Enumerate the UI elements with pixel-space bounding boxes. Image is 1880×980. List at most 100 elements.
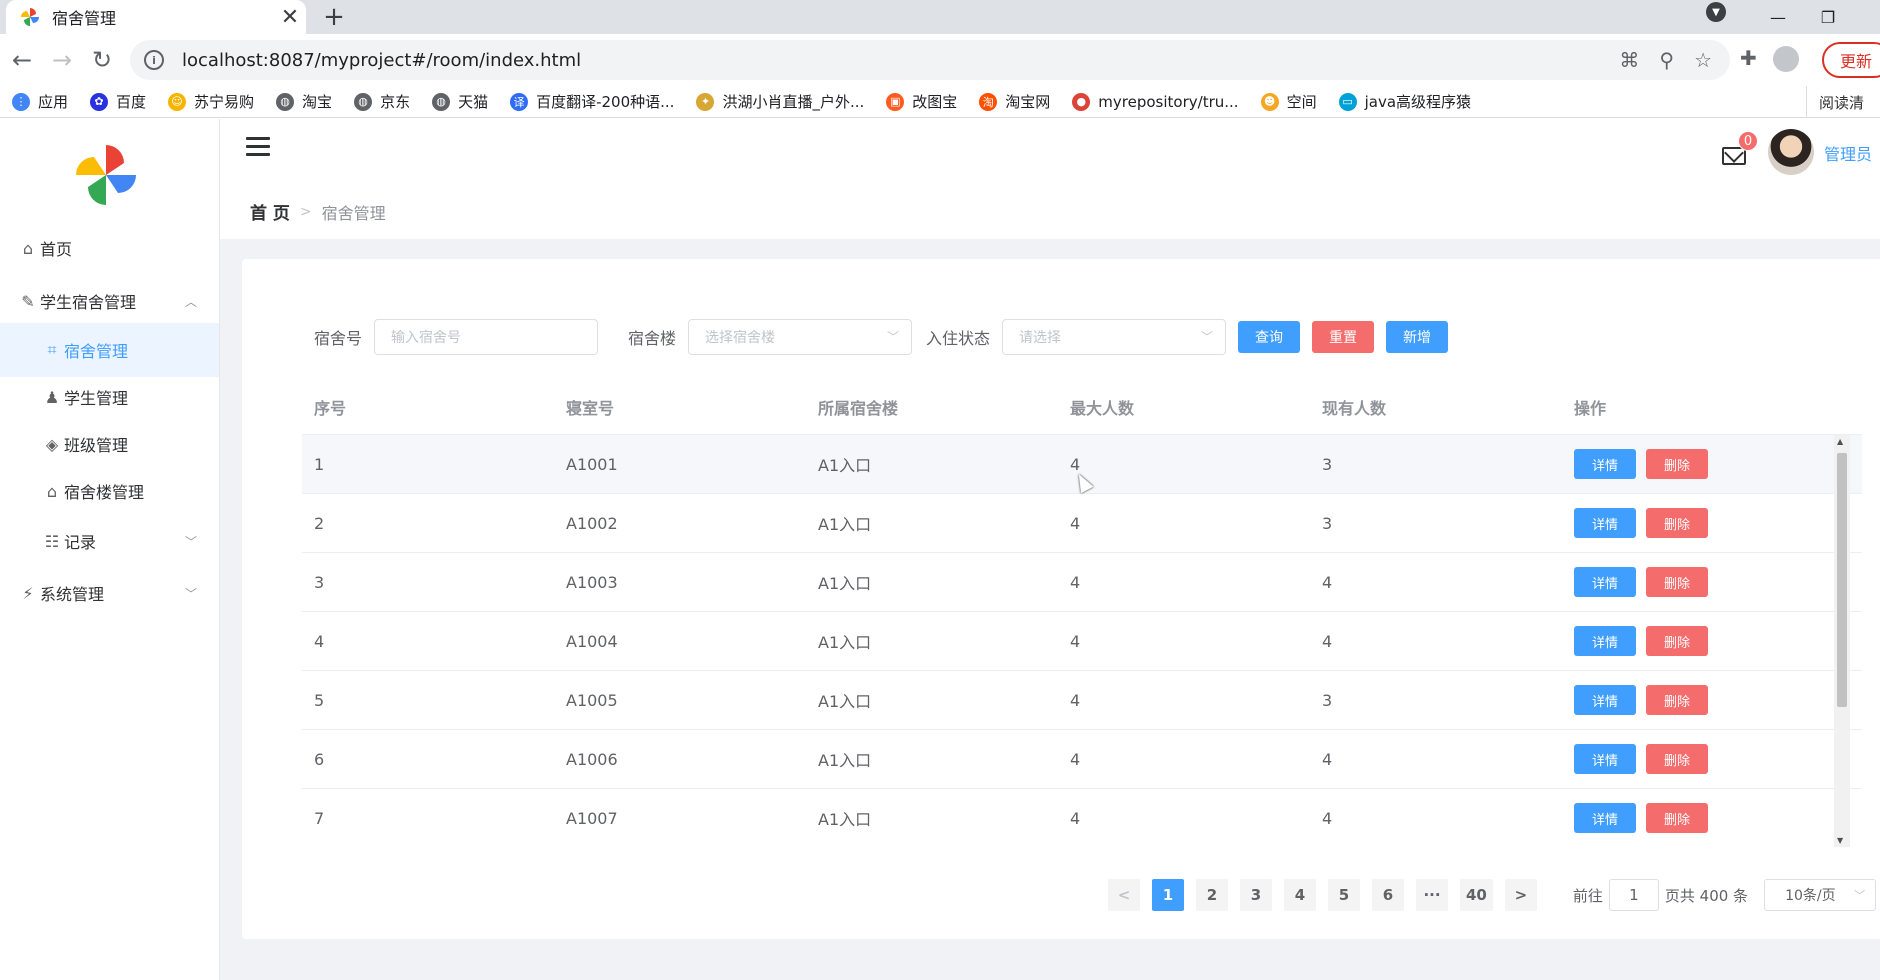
translate-icon[interactable]: ⌘: [1619, 48, 1639, 72]
reset-button[interactable]: 重置: [1312, 321, 1375, 353]
table-row[interactable]: 4 A1004 A1入口 4 4 详情 删除: [302, 612, 1862, 671]
table-row[interactable]: 5 A1005 A1入口 4 3 详情 删除: [302, 671, 1862, 730]
sidebar-item-7[interactable]: ☷ 记录 ﹀: [0, 514, 219, 568]
minimize-icon[interactable]: —: [1760, 0, 1796, 34]
delete-button[interactable]: 删除: [1646, 685, 1708, 715]
table-row[interactable]: 2 A1002 A1入口 4 3 详情 删除: [302, 494, 1862, 553]
prev-page-button[interactable]: <: [1108, 879, 1140, 911]
detail-button[interactable]: 详情: [1574, 803, 1636, 833]
delete-button[interactable]: 删除: [1646, 449, 1708, 479]
delete-button[interactable]: 删除: [1646, 803, 1708, 833]
reading-list-button[interactable]: 阅读清: [1806, 86, 1864, 118]
site-info-icon[interactable]: i: [144, 50, 164, 70]
bookmark-icon: ▣: [886, 92, 905, 111]
zoom-icon[interactable]: ⚲: [1659, 48, 1674, 72]
back-icon[interactable]: ←: [6, 44, 38, 76]
page-button[interactable]: 3: [1240, 879, 1272, 911]
menu-icon: ♟: [44, 387, 60, 407]
bookmark-item[interactable]: ✦ 洪湖小肖直播_户外...: [696, 91, 864, 112]
app-logo: [76, 145, 136, 205]
bookmark-item[interactable]: ◍ 天猫: [432, 91, 488, 112]
bookmark-item[interactable]: 淘淘宝网: [979, 91, 1050, 112]
table-cell: 4: [1070, 513, 1081, 533]
page-button[interactable]: 2: [1196, 879, 1228, 911]
browser-tab[interactable]: 宿舍管理 ✕: [6, 0, 306, 34]
bookmark-item[interactable]: ⋮ 应用: [12, 91, 68, 112]
delete-button[interactable]: 删除: [1646, 626, 1708, 656]
sidebar-item-8[interactable]: ⚡ 系统管理 ﹀: [0, 566, 219, 620]
detail-button[interactable]: 详情: [1574, 744, 1636, 774]
bookmark-item[interactable]: 译百度翻译-200种语...: [510, 91, 674, 112]
page-button[interactable]: 4: [1284, 879, 1316, 911]
bookmark-item[interactable]: ☻ 空间: [1260, 91, 1317, 112]
next-page-button[interactable]: >: [1504, 879, 1537, 911]
sidebar-item-label: 宿舍管理: [64, 342, 129, 361]
sidebar-item-6[interactable]: ⌂ 宿舍楼管理: [0, 464, 219, 518]
bookmark-star-icon[interactable]: ☆: [1694, 48, 1712, 72]
bookmark-icon: ☺: [168, 92, 187, 111]
table-row[interactable]: 3 A1003 A1入口 4 4 详情 删除: [302, 553, 1862, 612]
table-cell: 4: [1070, 749, 1081, 769]
page-button[interactable]: 40: [1460, 879, 1493, 911]
extensions-icon[interactable]: ✚: [1740, 46, 1757, 72]
detail-button[interactable]: 详情: [1574, 685, 1636, 715]
sidebar-item-2[interactable]: ✎ 学生宿舍管理 ︿: [0, 274, 219, 328]
bookmark-item[interactable]: ◍ 京东: [354, 91, 410, 112]
profile-menu-icon[interactable]: ▼: [1706, 2, 1726, 22]
bookmark-item[interactable]: ▣ 改图宝: [886, 91, 957, 112]
scrollbar-thumb[interactable]: [1837, 453, 1847, 707]
bookmark-item[interactable]: ● myrepository/tru...: [1072, 92, 1239, 111]
delete-button[interactable]: 删除: [1646, 567, 1708, 597]
detail-button[interactable]: 详情: [1574, 626, 1636, 656]
bookmark-item[interactable]: ▭ java高级程序猿: [1338, 91, 1471, 112]
search-button[interactable]: 查询: [1238, 321, 1301, 353]
table-body: 1 A1001 A1入口 4 3 详情 删除 2 A1002 A1入口 4 3 详情 删除 3 A1003 A1…: [302, 435, 1862, 847]
table-row[interactable]: 6 A1006 A1入口 4 4 详情 删除: [302, 730, 1862, 789]
room-number-input[interactable]: 输入宿舍号: [374, 319, 599, 355]
goto-page-input[interactable]: 1: [1608, 879, 1659, 911]
table-cell: 4: [1070, 808, 1081, 828]
sidebar-item-3[interactable]: ⌗ 宿舍管理: [0, 323, 219, 377]
bookmark-item[interactable]: ☺ 苏宁易购: [168, 91, 254, 112]
new-tab-button[interactable]: +: [318, 0, 350, 34]
sidebar-item-1[interactable]: ⌂ 首页: [0, 221, 219, 275]
pagination: < 1 2 3 4 5 6 ··· 40 > 前往 1 页共 400 条 10条/页 ﹀: [1102, 879, 1877, 911]
chevron-down-icon: ﹀: [887, 330, 900, 344]
table-scrollbar[interactable]: ▲ ▼: [1834, 435, 1850, 847]
room-number-placeholder: 输入宿舍号: [391, 330, 462, 346]
update-button[interactable]: 更新: [1822, 42, 1880, 78]
page-button[interactable]: 6: [1372, 879, 1404, 911]
delete-button[interactable]: 删除: [1646, 744, 1708, 774]
table-cell: 4: [1070, 572, 1081, 592]
breadcrumb-home[interactable]: 首 页: [250, 199, 290, 224]
bookmark-item[interactable]: ◍ 淘宝: [276, 91, 332, 112]
page-button[interactable]: 5: [1328, 879, 1360, 911]
sidebar-item-4[interactable]: ♟ 学生管理: [0, 370, 219, 424]
profile-avatar-icon[interactable]: [1772, 46, 1799, 72]
scroll-up-icon[interactable]: ▲: [1837, 437, 1843, 446]
menu-toggle-icon[interactable]: [246, 137, 270, 157]
sidebar-item-5[interactable]: ◈ 班级管理: [0, 417, 219, 471]
forward-icon[interactable]: →: [46, 44, 78, 76]
detail-button[interactable]: 详情: [1574, 449, 1636, 479]
page-size-select[interactable]: 10条/页 ﹀: [1764, 879, 1877, 911]
more-pages-icon[interactable]: ···: [1416, 879, 1448, 911]
bookmark-label: 天猫: [458, 93, 489, 111]
bookmark-icon: ●: [1072, 92, 1091, 111]
table-row[interactable]: 7 A1007 A1入口 4 4 详情 删除: [302, 789, 1862, 847]
add-button[interactable]: 新增: [1386, 321, 1449, 353]
page-button[interactable]: 1: [1152, 879, 1184, 911]
close-tab-icon[interactable]: ✕: [274, 5, 306, 30]
address-bar[interactable]: i localhost:8087/myproject#/room/index.h…: [130, 40, 1730, 80]
scroll-down-icon[interactable]: ▼: [1837, 836, 1843, 845]
restore-icon[interactable]: ❐: [1810, 0, 1846, 34]
reload-icon[interactable]: ↻: [86, 44, 118, 76]
building-select[interactable]: 选择宿舍楼 ﹀: [688, 319, 913, 355]
checkin-status-select[interactable]: 请选择 ﹀: [1002, 319, 1227, 355]
delete-button[interactable]: 删除: [1646, 508, 1708, 538]
user-name[interactable]: 管理员: [1824, 141, 1872, 165]
detail-button[interactable]: 详情: [1574, 508, 1636, 538]
user-avatar[interactable]: [1768, 129, 1814, 175]
bookmark-item[interactable]: ✿ 百度: [90, 91, 146, 112]
detail-button[interactable]: 详情: [1574, 567, 1636, 597]
